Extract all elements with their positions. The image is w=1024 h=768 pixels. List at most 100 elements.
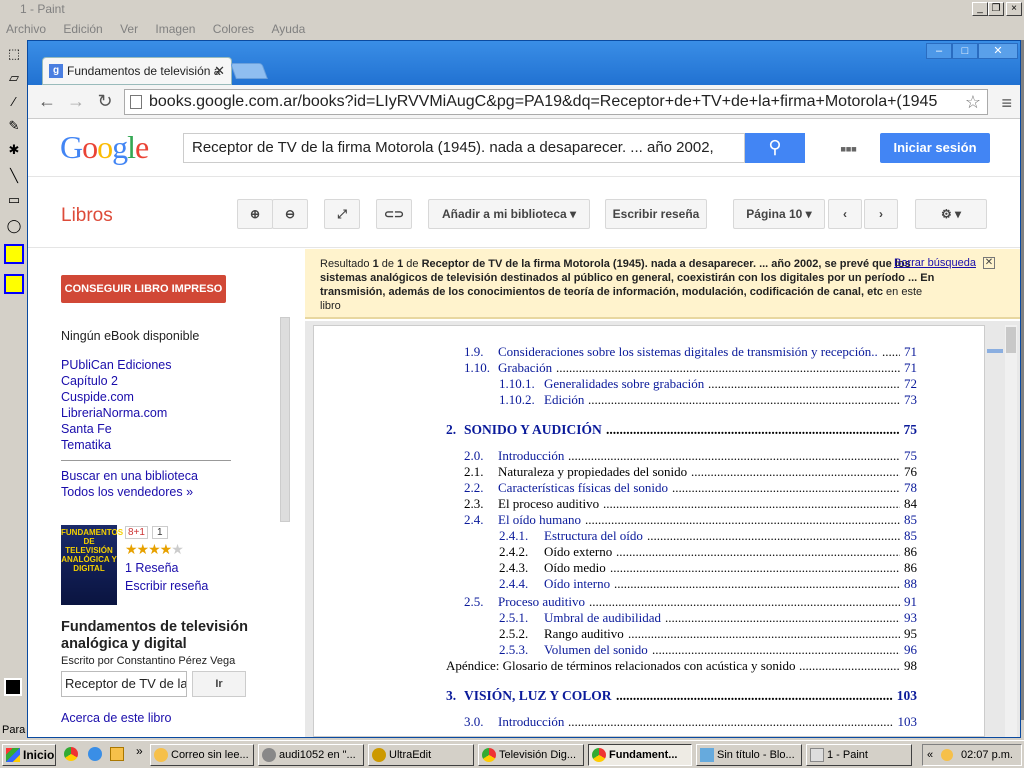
mail-quicklaunch-icon[interactable]	[110, 747, 124, 761]
fullscreen-button[interactable]: ⤢	[324, 199, 360, 229]
forward-arrow-icon[interactable]: →	[65, 91, 87, 112]
sidebar-scrollbar[interactable]	[280, 317, 290, 522]
apps-grid-icon[interactable]: ▪▪▪	[840, 139, 857, 160]
close-tab-icon[interactable]: ✕	[214, 58, 225, 84]
eraser-icon[interactable]: ▱	[4, 68, 24, 88]
toc-row[interactable]: 2.5. Proceso auditivo 91..................…	[464, 594, 917, 610]
select-icon[interactable]: ⬚	[4, 44, 24, 64]
line-icon[interactable]: ╲	[4, 166, 24, 186]
color-swatch-icon[interactable]	[4, 678, 22, 696]
task-button[interactable]: Televisión Dig...	[478, 744, 584, 766]
menu-edicion[interactable]: Edición	[63, 22, 102, 36]
clear-search-link[interactable]: Borrar búsqueda	[894, 257, 976, 269]
libros-label[interactable]: Libros	[61, 205, 113, 227]
task-button[interactable]: Sin título - Blo...	[696, 744, 802, 766]
menu-archivo[interactable]: Archivo	[6, 22, 46, 36]
tray-expand-icon[interactable]: «	[927, 745, 933, 765]
seller-link[interactable]: Cuspide.com	[61, 390, 134, 404]
airbrush-icon[interactable]: ✱	[4, 140, 24, 160]
seller-link[interactable]: Tematika	[61, 438, 111, 452]
about-book-link[interactable]: Acerca de este libro	[61, 711, 171, 725]
start-button[interactable]: Inicio	[2, 744, 56, 766]
toc-row[interactable]: 2.4. El oído humano 85....................…	[464, 512, 917, 528]
task-button[interactable]: 1 - Paint	[806, 744, 912, 766]
link-button[interactable]: ⊂⊃	[376, 199, 412, 229]
menu-colores[interactable]: Colores	[213, 22, 254, 36]
browser-tab[interactable]: g Fundamentos de televisión a ✕	[42, 57, 232, 85]
task-button[interactable]: audi1052 en "...	[258, 744, 364, 766]
reload-icon[interactable]: ↻	[94, 91, 116, 112]
toc-row[interactable]: 1.9. Consideraciones sobre los sistemas d…	[464, 344, 917, 360]
paint-close-button[interactable]: ×	[1006, 2, 1022, 16]
signin-button[interactable]: Iniciar sesión	[880, 133, 990, 163]
toc-row[interactable]: 2.5.1. Umbral de audibilidad 93...........…	[499, 610, 917, 626]
scroll-thumb[interactable]	[1006, 327, 1016, 353]
chrome-quicklaunch-icon[interactable]	[64, 747, 78, 761]
rectangle-icon[interactable]: ▭	[4, 190, 24, 210]
seller-link[interactable]: Santa Fe	[61, 422, 112, 436]
chrome-close-button[interactable]: ✕	[978, 43, 1018, 59]
seller-link[interactable]: Capítulo 2	[61, 374, 118, 388]
write-review-link[interactable]: Escribir reseña	[125, 579, 208, 593]
toc-row[interactable]: 1.10. Grabación 71........................…	[464, 360, 917, 376]
toc-row[interactable]: 2.4.1. Estructura del oído 85.............…	[499, 528, 917, 544]
menu-ayuda[interactable]: Ayuda	[272, 22, 306, 36]
book-cover-image[interactable]: FUNDAMENTOS DE TELEVISIÓN ANALÓGICA Y DI…	[61, 525, 123, 605]
task-button[interactable]: UltraEdit	[368, 744, 474, 766]
fill-option-icon[interactable]	[4, 274, 24, 294]
toc-row[interactable]: 3.0. Introducción 103.....................…	[464, 714, 917, 730]
task-button[interactable]: Correo sin lee...	[150, 744, 254, 766]
toc-chapter-row[interactable]: 3. VISIÓN, LUZ Y COLOR 103................…	[446, 688, 917, 704]
toc-chapter-row[interactable]: 2. SONIDO Y AUDICIÓN 75...................…	[446, 422, 917, 438]
pencil-icon[interactable]: ✎	[4, 116, 24, 136]
toc-row[interactable]: 2.2. Características físicas del sonido 78…	[464, 480, 917, 496]
seller-link[interactable]: LibreriaNorma.com	[61, 406, 167, 420]
next-page-button[interactable]: ›	[864, 199, 898, 229]
ie-quicklaunch-icon[interactable]	[88, 747, 102, 761]
reviews-link[interactable]: 1 Reseña	[125, 561, 179, 575]
zoom-out-button[interactable]: ⊖	[272, 199, 308, 229]
search-button[interactable]: ⚲	[745, 133, 805, 163]
search-inside-input[interactable]: Receptor de TV de la	[61, 671, 187, 697]
chrome-minimize-button[interactable]: –	[926, 43, 952, 59]
paint-minimize-button[interactable]: _	[972, 2, 988, 16]
toc-row[interactable]: 1.10.1. Generalidades sobre grabación 72..…	[499, 376, 917, 392]
page-select-button[interactable]: Página 10 ▾	[733, 199, 825, 229]
paint-restore-button[interactable]: ❐	[988, 2, 1004, 16]
bookmark-star-icon[interactable]: ☆	[965, 90, 981, 114]
close-icon[interactable]: ✕	[983, 257, 995, 269]
fill-option-icon[interactable]	[4, 244, 24, 264]
back-arrow-icon[interactable]: ←	[36, 91, 58, 112]
toc-row[interactable]: 2.4.4. Oído interno 88....................…	[499, 576, 917, 592]
chevron-right-icon[interactable]: »	[136, 744, 143, 758]
write-review-button[interactable]: Escribir reseña	[605, 199, 707, 229]
eyedropper-icon[interactable]: ⁄	[4, 92, 24, 112]
tray-icon[interactable]	[941, 749, 953, 761]
find-library-link[interactable]: Buscar en una biblioteca	[61, 469, 198, 483]
menu-imagen[interactable]: Imagen	[155, 22, 195, 36]
google-logo[interactable]: Google	[60, 129, 149, 166]
add-to-library-button[interactable]: Añadir a mi biblioteca ▾	[428, 199, 590, 229]
toc-row[interactable]: 2.0. Introducción 75......................…	[464, 448, 917, 464]
search-input[interactable]: Receptor de TV de la firma Motorola (194…	[183, 133, 745, 163]
go-button[interactable]: Ir	[192, 671, 246, 697]
new-tab-button[interactable]	[230, 63, 268, 79]
zoom-in-button[interactable]: ⊕	[237, 199, 273, 229]
viewer-scrollbar[interactable]	[1005, 325, 1017, 737]
chrome-menu-icon[interactable]: ≡	[1001, 93, 1012, 114]
toc-row[interactable]: 2.5.3. Volumen del sonido 96..............…	[499, 642, 917, 658]
gplus-button[interactable]: 8+1	[125, 526, 148, 539]
address-bar[interactable]: books.google.com.ar/books?id=LIyRVVMiAug…	[124, 89, 988, 115]
chrome-maximize-button[interactable]: □	[952, 43, 978, 59]
all-sellers-link[interactable]: Todos los vendedores »	[61, 485, 193, 499]
toc-row: 2.1. Naturaleza y propiedades del sonido 7…	[464, 464, 917, 480]
settings-button[interactable]: ⚙ ▾	[915, 199, 987, 229]
toc-row[interactable]: 1.10.2. Edición 73........................…	[499, 392, 917, 408]
ellipse-icon[interactable]: ◯	[4, 216, 24, 236]
prev-page-button[interactable]: ‹	[828, 199, 862, 229]
menu-ver[interactable]: Ver	[120, 22, 138, 36]
seller-link[interactable]: PUbliCan Ediciones	[61, 358, 171, 372]
task-button-active[interactable]: Fundament...	[588, 744, 692, 766]
toc-number: 2.1.	[464, 464, 484, 479]
buy-print-book-button[interactable]: CONSEGUIR LIBRO IMPRESO	[61, 275, 226, 303]
